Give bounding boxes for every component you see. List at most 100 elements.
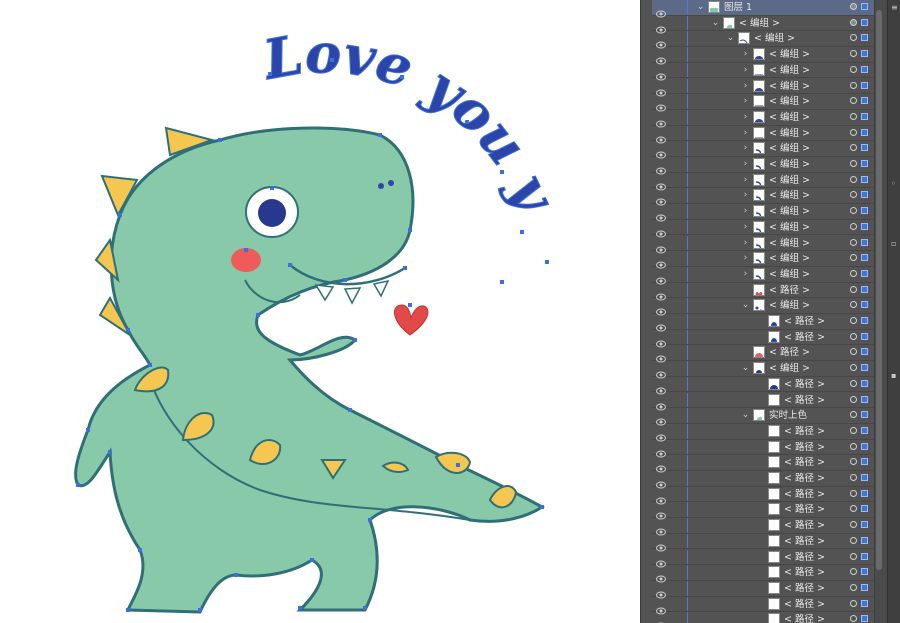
layer-row[interactable]: › < 编组 > — [652, 94, 874, 112]
target-circle-icon[interactable] — [850, 175, 857, 183]
chevron-down-icon[interactable]: ⌄ — [696, 1, 705, 13]
selection-indicator[interactable] — [861, 3, 868, 10]
visibility-eye-icon[interactable] — [656, 144, 666, 159]
layer-row[interactable]: › < 编组 > — [652, 219, 874, 238]
visibility-eye-icon[interactable] — [656, 286, 666, 301]
layer-row[interactable]: < 路径 > — [652, 596, 874, 615]
layer-row[interactable]: < 路径 > — [652, 533, 874, 552]
layer-row[interactable]: ⌄ < 编组 > — [652, 15, 874, 34]
chevron-down-icon[interactable]: ⌄ — [741, 362, 750, 374]
layer-row[interactable]: < 路径 > — [652, 612, 874, 623]
chevron-down-icon[interactable]: ⌄ — [741, 409, 750, 421]
chevron-right-icon[interactable]: › — [741, 111, 750, 123]
selection-indicator[interactable] — [861, 97, 868, 105]
selection-indicator[interactable] — [861, 207, 868, 215]
visibility-eye-icon[interactable] — [656, 66, 666, 81]
selection-indicator[interactable] — [861, 285, 868, 293]
chevron-right-icon[interactable]: › — [741, 80, 750, 92]
selection-indicator[interactable] — [861, 568, 868, 576]
chevron-right-icon[interactable]: › — [741, 127, 750, 139]
selection-indicator[interactable] — [861, 474, 868, 481]
chevron-right-icon[interactable]: › — [741, 189, 750, 201]
chevron-down-icon[interactable]: ⌄ — [726, 32, 735, 44]
visibility-eye-icon[interactable] — [656, 348, 666, 363]
target-circle-icon[interactable] — [850, 505, 857, 513]
visibility-eye-icon[interactable] — [656, 19, 666, 34]
layer-row[interactable]: › < 编组 > — [652, 62, 874, 81]
layer-row[interactable]: < 路径 > — [652, 471, 874, 489]
visibility-eye-icon[interactable] — [656, 364, 666, 379]
selection-indicator[interactable] — [861, 505, 868, 513]
selection-indicator[interactable] — [861, 364, 868, 372]
selection-indicator[interactable] — [861, 521, 868, 529]
target-circle-icon[interactable] — [850, 238, 857, 246]
layer-row[interactable]: › < 编组 > — [652, 251, 874, 269]
selection-indicator[interactable] — [861, 599, 868, 607]
target-circle-icon[interactable] — [850, 426, 857, 434]
visibility-eye-icon[interactable] — [656, 270, 666, 285]
layer-row[interactable]: ⌄ 图层 1 — [652, 0, 874, 18]
target-circle-icon[interactable] — [850, 285, 857, 293]
layer-row[interactable]: › < 编组 > — [652, 47, 874, 65]
layer-row[interactable]: < 路径 > — [652, 518, 874, 536]
target-circle-icon[interactable] — [850, 144, 857, 152]
visibility-eye-icon[interactable] — [656, 50, 666, 65]
visibility-eye-icon[interactable] — [656, 584, 666, 599]
visibility-eye-icon[interactable] — [656, 443, 666, 458]
selection-indicator[interactable] — [861, 458, 868, 466]
target-circle-icon[interactable] — [850, 65, 857, 73]
selection-indicator[interactable] — [861, 552, 868, 560]
selection-indicator[interactable] — [861, 489, 868, 497]
selection-indicator[interactable] — [861, 426, 868, 434]
visibility-eye-icon[interactable] — [656, 490, 666, 505]
selection-indicator[interactable] — [861, 348, 868, 356]
selection-indicator[interactable] — [861, 128, 868, 136]
selection-indicator[interactable] — [861, 112, 868, 120]
target-circle-icon[interactable] — [850, 160, 857, 167]
visibility-eye-icon[interactable] — [656, 207, 666, 222]
target-circle-icon[interactable] — [850, 442, 857, 450]
visibility-eye-icon[interactable] — [656, 333, 666, 348]
layer-row[interactable]: ⌄ < 编组 > — [652, 298, 874, 316]
target-circle-icon[interactable] — [850, 50, 857, 58]
layer-row[interactable]: < 路径 > — [652, 376, 874, 395]
target-circle-icon[interactable] — [850, 599, 857, 607]
target-circle-icon[interactable] — [850, 97, 857, 105]
layer-row[interactable]: < 路径 > — [652, 565, 874, 583]
visibility-eye-icon[interactable] — [656, 176, 666, 191]
visibility-eye-icon[interactable] — [656, 160, 666, 175]
visibility-eye-icon[interactable] — [656, 537, 666, 552]
selection-indicator[interactable] — [861, 238, 868, 246]
layer-row[interactable]: < 路径 > — [652, 423, 874, 442]
dino-body[interactable] — [74, 126, 545, 614]
scrollbar-thumb[interactable] — [876, 10, 882, 570]
target-circle-icon[interactable] — [850, 191, 857, 199]
layer-row[interactable]: › < 编组 > — [652, 157, 874, 175]
target-circle-icon[interactable] — [850, 301, 857, 309]
layer-row[interactable]: › < 编组 > — [652, 78, 874, 96]
chevron-right-icon[interactable]: › — [741, 48, 750, 60]
layer-row[interactable]: › < 编组 > — [652, 141, 874, 159]
visibility-eye-icon[interactable] — [656, 97, 666, 112]
target-circle-icon[interactable] — [850, 552, 857, 560]
selection-indicator[interactable] — [861, 175, 868, 183]
selection-indicator[interactable] — [861, 269, 868, 277]
layer-row[interactable]: < 路径 > — [652, 314, 874, 332]
visibility-eye-icon[interactable] — [656, 600, 666, 615]
layers-panel[interactable]: ⌄ 图层 1 ⌄ < 编组 > ⌄ < 编组 > › < 编组 > › < 编组 > › < 编组 >… — [652, 0, 874, 623]
chevron-right-icon[interactable]: › — [741, 237, 750, 249]
layer-row[interactable]: › < 编组 > — [652, 109, 874, 128]
layer-row[interactable]: › < 编组 > — [652, 235, 874, 253]
target-circle-icon[interactable] — [850, 269, 857, 277]
selection-indicator[interactable] — [861, 332, 868, 340]
layer-row[interactable]: < 路径 > — [652, 439, 874, 458]
target-circle-icon[interactable] — [850, 458, 857, 466]
selection-indicator[interactable] — [861, 583, 868, 591]
layer-row[interactable]: ⌄ < 编组 > — [652, 361, 874, 379]
layer-row[interactable]: < 路径 > — [652, 455, 874, 473]
layer-row[interactable]: › < 编组 > — [652, 188, 874, 206]
layer-row[interactable]: < 路径 > — [652, 282, 874, 301]
selection-indicator[interactable] — [861, 379, 868, 387]
visibility-eye-icon[interactable] — [656, 553, 666, 567]
visibility-eye-icon[interactable] — [656, 129, 666, 144]
